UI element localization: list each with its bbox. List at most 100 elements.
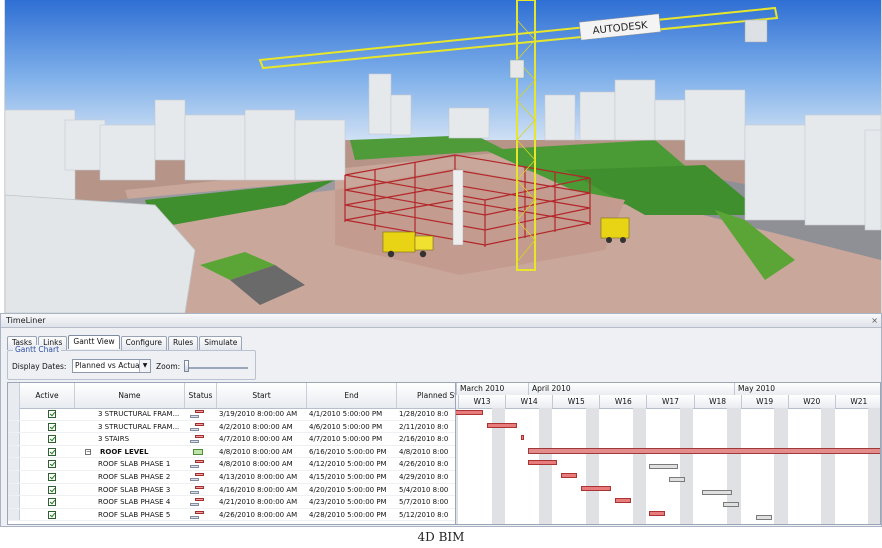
end-date: 4/15/2010 5:00:00 PM	[309, 473, 387, 481]
actual-bar[interactable]	[487, 422, 517, 428]
end-date: 4/28/2010 5:00:00 PM	[309, 510, 387, 519]
active-checkbox[interactable]	[48, 460, 56, 469]
row-selector[interactable]	[8, 508, 20, 521]
close-icon[interactable]: ×	[871, 316, 878, 326]
start-date: 4/26/2010 8:00:00 AM	[219, 510, 298, 519]
week-label: W14	[505, 395, 552, 408]
column-planned-start-header[interactable]: Planned St	[397, 383, 455, 408]
gantt-timeline[interactable]: March 2010 April 2010 May 2010 W13 W14 W15 W1…	[455, 382, 881, 525]
grid-header: Active Name Status Start End Planned St	[8, 383, 455, 409]
status-bar-icon	[190, 473, 204, 482]
actual-bar[interactable]	[648, 510, 665, 516]
row-selector[interactable]	[8, 445, 20, 458]
tab-configure[interactable]: Configure	[120, 336, 167, 350]
end-date: 4/6/2010 5:00:00 PM	[309, 422, 383, 431]
planned-bar[interactable]	[702, 489, 732, 495]
planned-start-date: 2/11/2010 8:0	[399, 422, 449, 431]
week-label: W17	[646, 395, 693, 408]
planned-start-date: 5/12/2010 8:0	[399, 510, 449, 519]
planned-bar[interactable]	[756, 514, 773, 520]
zoom-slider-thumb[interactable]	[184, 360, 189, 372]
active-checkbox[interactable]	[48, 473, 56, 481]
start-date: 4/7/2010 8:00:00 AM	[219, 435, 293, 444]
start-date: 4/21/2010 8:00:00 AM	[219, 498, 298, 507]
display-dates-select[interactable]: Planned vs Actual ▼	[72, 359, 151, 373]
column-end-header[interactable]: End	[307, 383, 397, 408]
status-cell	[185, 446, 217, 458]
table-row[interactable]: 3 STRUCTURAL FRAM... 3/19/2010 8:00:00 AM…	[8, 408, 455, 421]
weekend-shade	[868, 408, 880, 524]
tab-simulate[interactable]: Simulate	[199, 336, 243, 350]
actual-bar[interactable]	[561, 473, 578, 478]
week-label: W20	[787, 395, 835, 408]
row-selector[interactable]	[8, 483, 20, 496]
timeline-weeks: W13 W14 W15 W16 W17 W18 W19 W20 W21	[456, 395, 880, 409]
task-name: ROOF SLAB PHASE 5	[98, 510, 171, 519]
active-checkbox[interactable]	[48, 447, 56, 456]
actual-bar[interactable]	[520, 435, 524, 441]
start-date: 4/2/2010 8:00:00 AM	[219, 422, 293, 431]
chevron-down-icon[interactable]: ▼	[139, 360, 150, 372]
actual-bar[interactable]	[527, 460, 557, 466]
planned-bar[interactable]	[648, 464, 679, 470]
row-selector-header	[8, 383, 20, 408]
status-bar-icon	[190, 510, 204, 520]
active-checkbox[interactable]	[48, 485, 56, 494]
zoom-slider-track[interactable]	[184, 367, 248, 369]
tab-rules[interactable]: Rules	[167, 336, 199, 350]
table-row[interactable]: ROOF SLAB PHASE 4 4/21/2010 8:00:00 AM 4/2…	[8, 496, 455, 509]
table-row[interactable]: − ROOF LEVEL 4/8/2010 8:00:00 AM 6/16/2010 …	[8, 445, 455, 459]
table-row[interactable]: ROOF SLAB PHASE 5 4/26/2010 8:00:00 AM 4/2…	[8, 508, 455, 522]
planned-start-date: 4/26/2010 8:0	[399, 460, 449, 469]
weekend-shade	[774, 408, 788, 524]
3d-viewport[interactable]: AUTODESK	[4, 0, 882, 313]
status-bar-icon	[190, 498, 204, 507]
column-name-header[interactable]: Name	[75, 383, 185, 408]
active-checkbox[interactable]	[48, 410, 56, 418]
week-label: W19	[740, 395, 788, 408]
collapse-icon[interactable]: −	[85, 448, 91, 455]
row-selector[interactable]	[8, 420, 20, 433]
end-date: 4/1/2010 5:00:00 PM	[309, 410, 383, 418]
end-date: 4/7/2010 5:00:00 PM	[309, 435, 383, 444]
summary-bar[interactable]	[527, 447, 880, 454]
active-checkbox[interactable]	[48, 435, 56, 444]
column-start-header[interactable]: Start	[217, 383, 307, 408]
status-cell	[185, 433, 217, 445]
status-cell	[185, 496, 217, 508]
active-checkbox[interactable]	[48, 422, 56, 431]
task-name: ROOF LEVEL	[100, 447, 149, 456]
task-name: ROOF SLAB PHASE 2	[98, 473, 171, 481]
actual-bar[interactable]	[581, 485, 611, 491]
planned-bar[interactable]	[668, 477, 685, 482]
weekend-shade	[585, 408, 600, 524]
column-status-header[interactable]: Status	[185, 383, 217, 408]
planned-start-date: 5/4/2010 8:00	[399, 485, 449, 494]
table-row[interactable]: 3 STAIRS 4/7/2010 8:00:00 AM 4/7/2010 5:00…	[8, 433, 455, 446]
status-bar-icon	[190, 448, 204, 457]
row-selector[interactable]	[8, 458, 20, 470]
planned-start-date: 1/28/2010 8:0	[399, 410, 449, 418]
weekend-shade	[680, 408, 694, 524]
active-checkbox[interactable]	[48, 510, 56, 519]
table-row[interactable]: ROOF SLAB PHASE 3 4/16/2010 8:00:00 AM 4/2…	[8, 483, 455, 497]
planned-bar[interactable]	[722, 502, 739, 508]
table-row[interactable]: 3 STRUCTURAL FRAM... 4/2/2010 8:00:00 AM 4…	[8, 420, 455, 434]
weekend-shade	[538, 408, 553, 524]
table-row[interactable]: ROOF SLAB PHASE 2 4/13/2010 8:00:00 AM 4/1…	[8, 471, 455, 484]
status-cell	[185, 421, 217, 433]
start-date: 4/8/2010 8:00:00 AM	[219, 460, 293, 469]
row-selector[interactable]	[8, 471, 20, 483]
actual-bar[interactable]	[615, 498, 631, 504]
display-dates-value: Planned vs Actual	[75, 361, 142, 370]
column-active-header[interactable]: Active	[20, 383, 75, 408]
row-selector[interactable]	[8, 408, 20, 420]
task-grid: Active Name Status Start End Planned St …	[7, 382, 455, 525]
row-selector[interactable]	[8, 433, 20, 445]
actual-bar[interactable]	[456, 410, 483, 415]
row-selector[interactable]	[8, 496, 20, 508]
table-row[interactable]: ROOF SLAB PHASE 1 4/8/2010 8:00:00 AM 4/12…	[8, 458, 455, 471]
task-name: ROOF SLAB PHASE 3	[98, 485, 171, 494]
active-checkbox[interactable]	[48, 498, 56, 507]
tab-gantt-view[interactable]: Gantt View	[68, 335, 120, 349]
